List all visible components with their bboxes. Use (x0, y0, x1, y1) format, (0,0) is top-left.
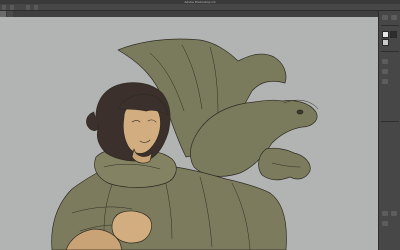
panel-divider (381, 25, 399, 26)
panel-divider (381, 51, 399, 52)
tool-preset-picker[interactable] (2, 4, 6, 10)
flow-field[interactable] (34, 4, 38, 10)
opacity-field[interactable] (26, 4, 30, 10)
document-canvas[interactable] (0, 17, 378, 250)
panel-collapse-button[interactable] (382, 15, 388, 20)
panel-button-b[interactable] (391, 211, 397, 216)
mode-select[interactable] (18, 5, 22, 10)
brush-size-dropdown[interactable] (10, 4, 14, 10)
dragon-claw (258, 147, 311, 181)
swatch-3[interactable] (382, 39, 389, 46)
panel-button-c[interactable] (382, 221, 388, 226)
artwork (51, 38, 319, 250)
history-icon[interactable] (382, 79, 388, 84)
left-hand (111, 210, 152, 244)
tool-options-bar (0, 4, 400, 11)
adjustments-icon[interactable] (382, 69, 388, 74)
panel-divider (381, 121, 399, 122)
swatch-1[interactable] (382, 31, 389, 38)
swatch-2[interactable] (390, 31, 397, 38)
panel-button-a[interactable] (382, 211, 388, 216)
panel-menu-button[interactable] (391, 15, 397, 20)
layers-icon[interactable] (382, 59, 388, 64)
right-panel-dock (378, 11, 400, 250)
